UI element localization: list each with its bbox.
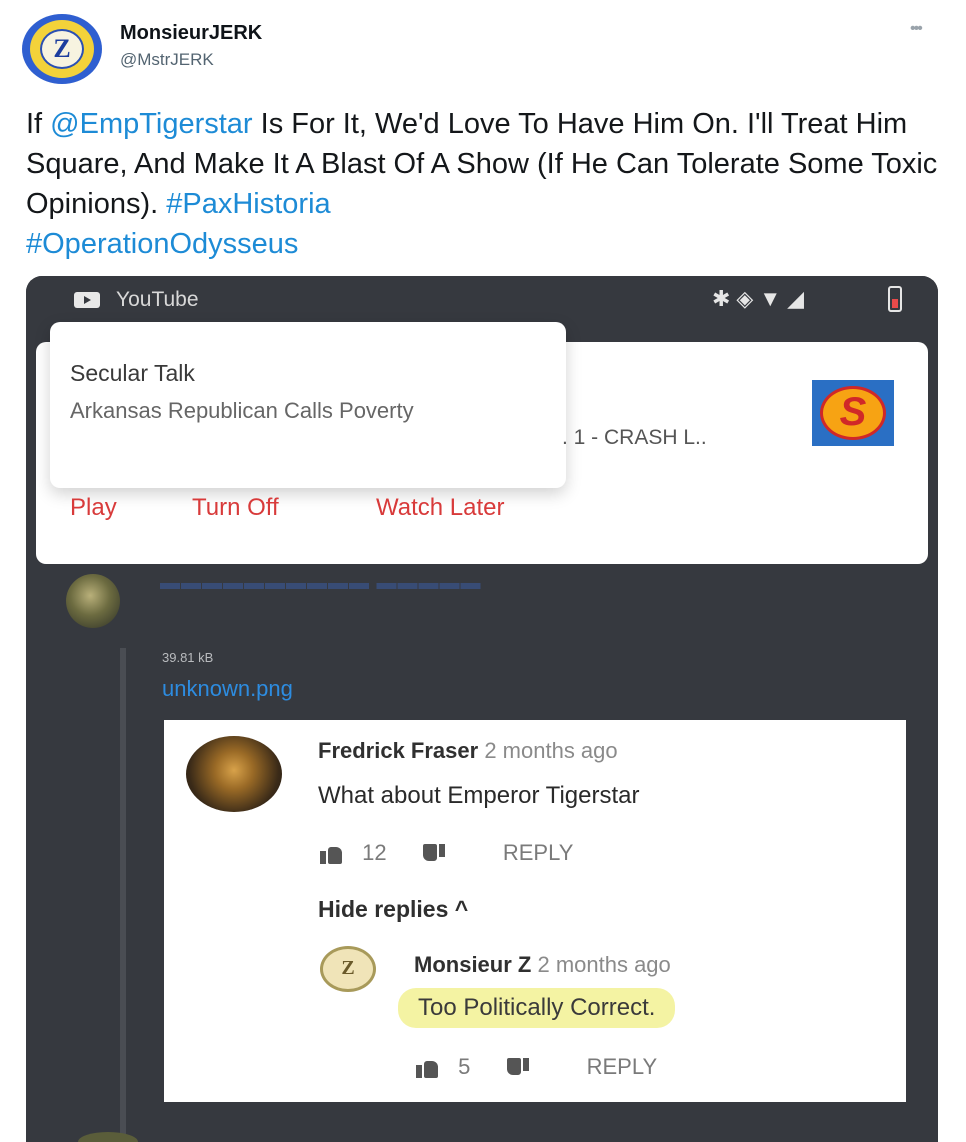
- hashtag-link[interactable]: #OperationOdysseus: [26, 228, 298, 260]
- tweet-media-image[interactable]: YouTube ✱◈▼◢ Secular Talk Arkansas Repub…: [26, 276, 938, 1142]
- reply-label: REPLY: [502, 840, 574, 865]
- user-avatar[interactable]: Z: [22, 14, 102, 84]
- comment-time: 2 months ago: [484, 738, 618, 763]
- next-message-avatar: [78, 1132, 138, 1142]
- reply-text-highlighted: Too Politically Correct.: [398, 988, 676, 1028]
- reply-author: Monsieur Z: [414, 952, 532, 977]
- comment-author: Fredrick Fraser: [318, 738, 479, 763]
- logo-letter: S: [820, 386, 886, 440]
- mention-link[interactable]: @EmpTigerstar: [50, 108, 252, 140]
- display-name[interactable]: MonsieurJERK: [120, 22, 262, 45]
- reply-actions: 5 REPLY: [416, 1054, 657, 1080]
- thumbs-down-icon: [423, 844, 445, 864]
- notification-subtitle: . 1 - CRASH L..: [562, 426, 707, 449]
- comment-text: What about Emperor Tigerstar: [318, 782, 640, 809]
- reply-avatar: Z: [320, 946, 376, 992]
- discord-avatar: [66, 574, 120, 628]
- hashtag-link[interactable]: #PaxHistoria: [166, 188, 330, 220]
- comment-actions: 12 REPLY: [320, 840, 573, 866]
- notification-action-play: Play: [70, 494, 117, 521]
- more-icon[interactable]: •••: [910, 20, 923, 38]
- tweet-text-pre: If: [26, 108, 51, 140]
- thumbs-down-icon: [507, 1058, 529, 1078]
- thumbs-up-icon: [320, 844, 342, 865]
- reply-header: Monsieur Z 2 months ago: [414, 952, 671, 978]
- like-count: 12: [362, 840, 387, 865]
- reply-label: REPLY: [586, 1054, 658, 1079]
- notification-action-turn-off: Turn Off: [192, 494, 279, 521]
- reply-like-count: 5: [458, 1054, 471, 1079]
- crash-logo-icon: S: [812, 380, 894, 446]
- notification-channel: Secular Talk: [70, 360, 195, 386]
- attachment-bar: [120, 648, 126, 1142]
- tweet-text: If @EmpTigerstar Is For It, We'd Love To…: [26, 104, 946, 264]
- phone-status-bar: YouTube ✱◈▼◢: [26, 276, 938, 324]
- hide-replies: Hide replies ^: [318, 896, 469, 922]
- file-name: unknown.png: [162, 676, 293, 701]
- thumbs-up-icon: [416, 1058, 438, 1079]
- notification-action-watch-later: Watch Later: [376, 494, 505, 521]
- reply-time: 2 months ago: [537, 952, 671, 977]
- status-icons: ✱◈▼◢: [712, 286, 811, 311]
- notification-title: Arkansas Republican Calls Poverty: [70, 398, 414, 423]
- youtube-comment-panel: Fredrick Fraser 2 months ago What about …: [164, 720, 906, 1102]
- avatar-letter: Z: [40, 29, 84, 69]
- user-handle[interactable]: @MstrJERK: [120, 50, 214, 70]
- battery-icon: [888, 286, 902, 312]
- commenter-avatar: [186, 736, 282, 812]
- comment-header: Fredrick Fraser 2 months ago: [318, 738, 618, 764]
- youtube-icon: [74, 292, 100, 308]
- file-size: 39.81 kB: [162, 650, 214, 665]
- status-app-label: YouTube: [116, 288, 199, 311]
- discord-username-blurred: ▬▬▬▬▬▬▬▬▬▬ ▬▬▬▬▬: [160, 572, 482, 594]
